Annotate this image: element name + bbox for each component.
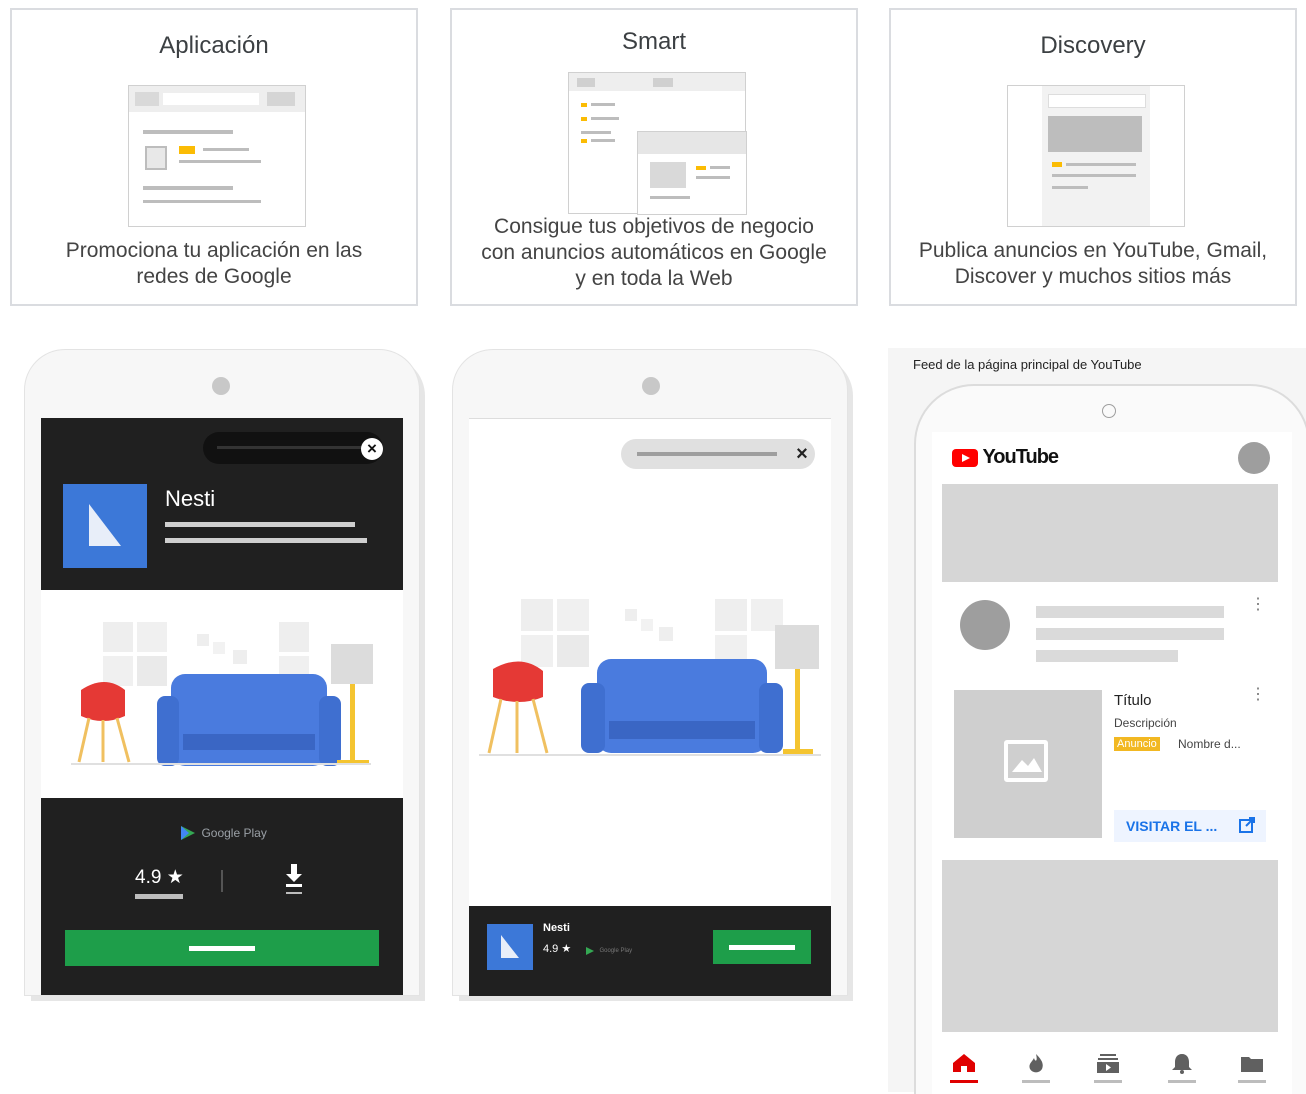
card-title: Smart (621, 28, 686, 55)
phone-app-ad: × Nesti Google Play 4.9 ★ (25, 350, 419, 995)
video-thumbnail[interactable] (942, 860, 1278, 1032)
ad-image[interactable] (954, 690, 1102, 838)
bottom-nav (932, 1044, 1292, 1094)
card-description: Publica anuncios en YouTube, Gmail, Disc… (918, 239, 1268, 288)
phone-camera (642, 377, 660, 395)
download-icon[interactable] (285, 864, 303, 894)
phone-camera (212, 377, 230, 395)
advertiser-name: Nombre d... (1178, 737, 1241, 751)
card-title: Discovery (1040, 32, 1146, 59)
youtube-feed-caption: Feed de la página principal de YouTube (913, 357, 1142, 372)
google-play-icon (586, 946, 594, 955)
app-rating: 4.9 ★ (543, 943, 572, 955)
card-title: Aplicación (159, 32, 269, 59)
cta-button[interactable]: VISITAR EL ... (1114, 810, 1266, 842)
living-room-illustration (469, 579, 831, 789)
google-play-logo: Google Play (179, 824, 267, 842)
app-icon (487, 924, 533, 970)
image-icon (1004, 740, 1048, 782)
library-icon[interactable] (1238, 1052, 1266, 1086)
youtube-feed-panel: Feed de la página principal de YouTube Y… (888, 348, 1306, 1094)
discovery-campaign-illustration (1007, 85, 1185, 227)
notifications-icon[interactable] (1168, 1052, 1196, 1086)
download-icon (145, 146, 167, 170)
smart-campaign-illustration (568, 72, 747, 215)
subscriptions-icon[interactable] (1094, 1052, 1122, 1086)
external-link-icon (1238, 816, 1255, 833)
url-bar[interactable]: × (621, 439, 815, 469)
close-circle-icon[interactable]: × (361, 438, 383, 460)
google-play-icon (181, 825, 195, 840)
app-campaign-illustration (128, 85, 306, 227)
ad-description: Descripción (1114, 716, 1177, 730)
install-button[interactable] (713, 930, 811, 964)
card-smart[interactable]: Smart Consigue tus objetivos de negocio … (450, 8, 858, 306)
app-icon (63, 484, 147, 568)
living-room-illustration (41, 590, 403, 798)
app-name: Nesti (543, 922, 570, 934)
card-discovery[interactable]: Discovery Publica anuncios en YouTube, G… (889, 8, 1297, 306)
card-description: Consigue tus objetivos de negocio con an… (481, 215, 827, 290)
more-options-icon[interactable]: ⋮ (1250, 687, 1266, 712)
card-aplicacion[interactable]: Aplicación Promociona tu aplicación en l… (10, 8, 418, 306)
youtube-phone: YouTube ⋮ Título ⋮ Descripción Anuncio N… (914, 384, 1306, 1094)
app-ad-bottom-panel: Google Play 4.9 ★ (41, 798, 403, 995)
home-icon[interactable] (950, 1052, 978, 1086)
ad-title: Título (1114, 692, 1152, 709)
card-description: Promociona tu aplicación en las redes de… (65, 239, 363, 288)
youtube-logo[interactable]: YouTube (952, 446, 1059, 470)
avatar[interactable] (1238, 442, 1270, 474)
youtube-play-icon (952, 448, 978, 467)
trending-icon[interactable] (1022, 1052, 1050, 1086)
google-play-logo: Google Play (585, 942, 632, 960)
app-ad-top-panel: × Nesti (41, 418, 403, 590)
app-name: Nesti (165, 486, 216, 511)
smart-ad-banner[interactable]: Nesti 4.9 ★ Google Play (469, 906, 831, 996)
app-logo-icon (501, 935, 519, 958)
app-rating: 4.9 ★ (135, 867, 184, 888)
ad-badge: Anuncio (1114, 737, 1160, 751)
close-icon[interactable]: × (791, 443, 813, 465)
video-thumbnail[interactable] (942, 484, 1278, 582)
more-options-icon[interactable]: ⋮ (1250, 597, 1266, 622)
phone-smart-ad: × Nesti 4.9 ★ Google Play (453, 350, 847, 996)
app-logo-icon (89, 504, 121, 546)
phone-camera (1102, 404, 1116, 418)
channel-avatar[interactable] (960, 600, 1010, 650)
install-button[interactable] (65, 930, 379, 966)
